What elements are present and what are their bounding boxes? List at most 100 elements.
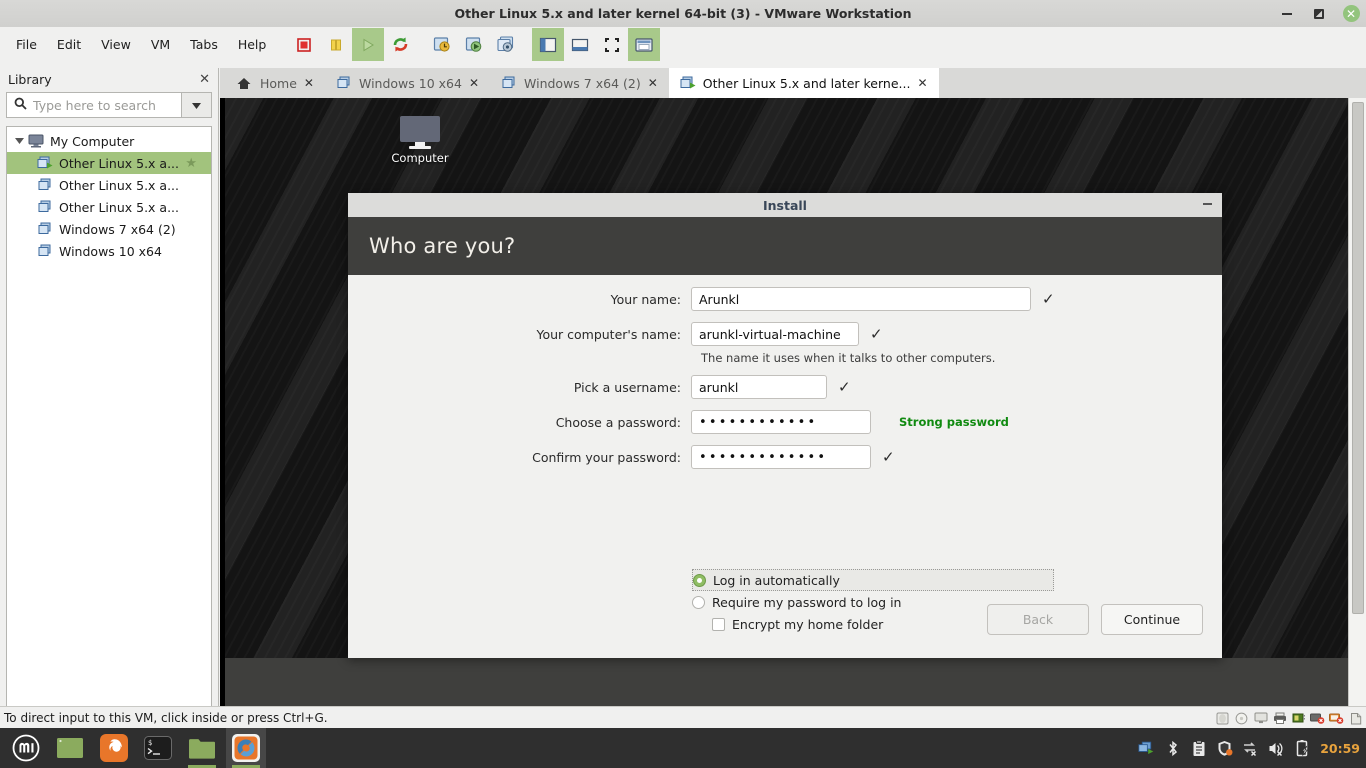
- computer-name-hint: The name it uses when it talks to other …: [701, 351, 996, 365]
- taskbar-app-list: $: [0, 728, 266, 768]
- snapshot-manager-icon[interactable]: [490, 28, 522, 61]
- show-thumbnails-icon[interactable]: [564, 28, 596, 61]
- terminal-icon[interactable]: $: [138, 728, 178, 768]
- snapshot-revert-icon[interactable]: [458, 28, 490, 61]
- close-icon[interactable]: ✕: [917, 76, 927, 90]
- tab-windows-7-x64-2[interactable]: Windows 7 x64 (2) ✕: [490, 68, 669, 98]
- clipboard-icon[interactable]: [1190, 739, 1207, 757]
- toolbar-separator: [416, 28, 426, 61]
- search-dropdown-button[interactable]: [182, 92, 212, 118]
- window-title: Other Linux 5.x and later kernel 64-bit …: [454, 6, 912, 21]
- chevron-down-icon: [192, 98, 201, 112]
- radio-log-in-automatically[interactable]: Log in automatically: [692, 569, 1054, 591]
- password-input[interactable]: ••••••••••••: [691, 410, 871, 434]
- minimize-button[interactable]: [1278, 5, 1296, 23]
- device-status-tray: [1214, 707, 1364, 729]
- snapshot-take-icon[interactable]: [426, 28, 458, 61]
- vmware-workstation-window: Other Linux 5.x and later kernel 64-bit …: [0, 0, 1366, 768]
- vm-vertical-scrollbar[interactable]: [1348, 98, 1366, 706]
- tree-item-other-linux-3[interactable]: Other Linux 5.x a...: [7, 196, 211, 218]
- installer-dialog: Install Who are you? Your name: ✓: [348, 193, 1222, 658]
- menu-vm[interactable]: VM: [141, 33, 180, 56]
- library-search-row: [6, 92, 212, 118]
- vm-running-icon: [680, 76, 696, 91]
- bluetooth-icon[interactable]: [1164, 740, 1181, 757]
- drag-handle-icon[interactable]: [1347, 710, 1364, 727]
- close-icon[interactable]: ✕: [648, 76, 658, 90]
- mint-menu-icon[interactable]: [6, 728, 46, 768]
- battery-charging-icon[interactable]: [1294, 739, 1311, 757]
- search-box[interactable]: [6, 92, 182, 118]
- library-close-icon[interactable]: ✕: [199, 73, 210, 86]
- printer-icon[interactable]: [1271, 710, 1288, 727]
- computer-name-label: Your computer's name:: [536, 326, 681, 342]
- tab-other-linux-active[interactable]: Other Linux 5.x and later kerne... ✕: [668, 68, 939, 98]
- display-icon[interactable]: [1252, 710, 1269, 727]
- menu-file[interactable]: File: [6, 33, 47, 56]
- tab-home[interactable]: Home ✕: [226, 68, 325, 98]
- tree-item-other-linux-2[interactable]: Other Linux 5.x a...: [7, 174, 211, 196]
- volume-muted-icon[interactable]: [1268, 740, 1285, 757]
- installer-header: Who are you?: [348, 217, 1222, 275]
- check-icon: ✓: [1042, 289, 1055, 308]
- tree-item-label: Windows 10 x64: [59, 243, 162, 259]
- close-icon[interactable]: ✕: [469, 76, 479, 90]
- menu-tabs[interactable]: Tabs: [180, 33, 228, 56]
- network-disconnected-icon[interactable]: [1242, 740, 1259, 757]
- hard-disk-icon[interactable]: [1214, 710, 1231, 727]
- fullscreen-icon[interactable]: [596, 28, 628, 61]
- username-input[interactable]: [691, 375, 827, 399]
- minimize-icon[interactable]: [1203, 203, 1212, 205]
- suspend-icon[interactable]: [320, 28, 352, 61]
- vm-icon: [37, 243, 54, 259]
- tree-item-windows-7[interactable]: Windows 7 x64 (2): [7, 218, 211, 240]
- power-off-icon[interactable]: [288, 28, 320, 61]
- tree-item-my-computer[interactable]: My Computer: [7, 130, 211, 152]
- back-button[interactable]: Back: [987, 604, 1089, 635]
- close-icon[interactable]: ✕: [304, 76, 314, 90]
- menu-view[interactable]: View: [91, 33, 141, 56]
- restore-icon: [1314, 8, 1324, 19]
- toolbar-separator-2: [522, 28, 532, 61]
- computer-name-input[interactable]: [691, 322, 859, 346]
- confirm-password-input[interactable]: •••••••••••••: [691, 445, 871, 469]
- show-library-icon[interactable]: [532, 28, 565, 61]
- window-titlebar: Other Linux 5.x and later kernel 64-bit …: [0, 0, 1366, 27]
- check-icon: ✓: [870, 324, 883, 343]
- tab-windows-10-x64[interactable]: Windows 10 x64 ✕: [325, 68, 490, 98]
- files-icon[interactable]: [182, 728, 222, 768]
- search-input[interactable]: [33, 97, 174, 113]
- computer-monitor-icon: [400, 116, 440, 149]
- vm-display[interactable]: Computer Install Who are you? Your name:: [220, 98, 1366, 706]
- update-shield-icon[interactable]: [1216, 740, 1233, 757]
- library-tree: My Computer Other Linux 5.x a... ★ Other…: [6, 126, 212, 710]
- your-name-input[interactable]: [691, 287, 1031, 311]
- scrollbar-thumb[interactable]: [1352, 102, 1364, 614]
- network-adapter-icon[interactable]: [1290, 710, 1307, 727]
- close-button[interactable]: ✕: [1342, 5, 1360, 23]
- guest-bottom-panel: [225, 658, 1350, 706]
- guest-desktop[interactable]: Computer Install Who are you? Your name:: [225, 98, 1350, 706]
- maximize-button[interactable]: [1310, 5, 1328, 23]
- cd-dvd-icon[interactable]: [1233, 710, 1250, 727]
- home-icon: [237, 76, 253, 91]
- ubuntu-installer-icon[interactable]: [226, 728, 266, 768]
- workspace-switcher-icon[interactable]: [1138, 740, 1155, 757]
- unity-mode-icon[interactable]: [628, 28, 661, 61]
- tree-item-windows-10[interactable]: Windows 10 x64: [7, 240, 211, 262]
- continue-button[interactable]: Continue: [1101, 604, 1203, 635]
- firefox-icon[interactable]: [94, 728, 134, 768]
- power-on-icon[interactable]: [352, 28, 385, 61]
- sound-disconnected-icon[interactable]: [1328, 710, 1345, 727]
- menu-edit[interactable]: Edit: [47, 33, 91, 56]
- window-controls: ✕: [1278, 0, 1360, 27]
- taskbar-clock[interactable]: 20:59: [1320, 741, 1360, 756]
- usb-disconnected-icon[interactable]: [1309, 710, 1326, 727]
- expand-triangle-icon[interactable]: [13, 135, 25, 147]
- desktop-icon-computer[interactable]: Computer: [375, 116, 465, 165]
- restart-guest-icon[interactable]: [384, 28, 416, 61]
- tree-item-other-linux-1[interactable]: Other Linux 5.x a... ★: [7, 152, 211, 174]
- favorite-star-icon[interactable]: ★: [185, 156, 197, 171]
- show-desktop-icon[interactable]: [50, 728, 90, 768]
- menu-help[interactable]: Help: [228, 33, 277, 56]
